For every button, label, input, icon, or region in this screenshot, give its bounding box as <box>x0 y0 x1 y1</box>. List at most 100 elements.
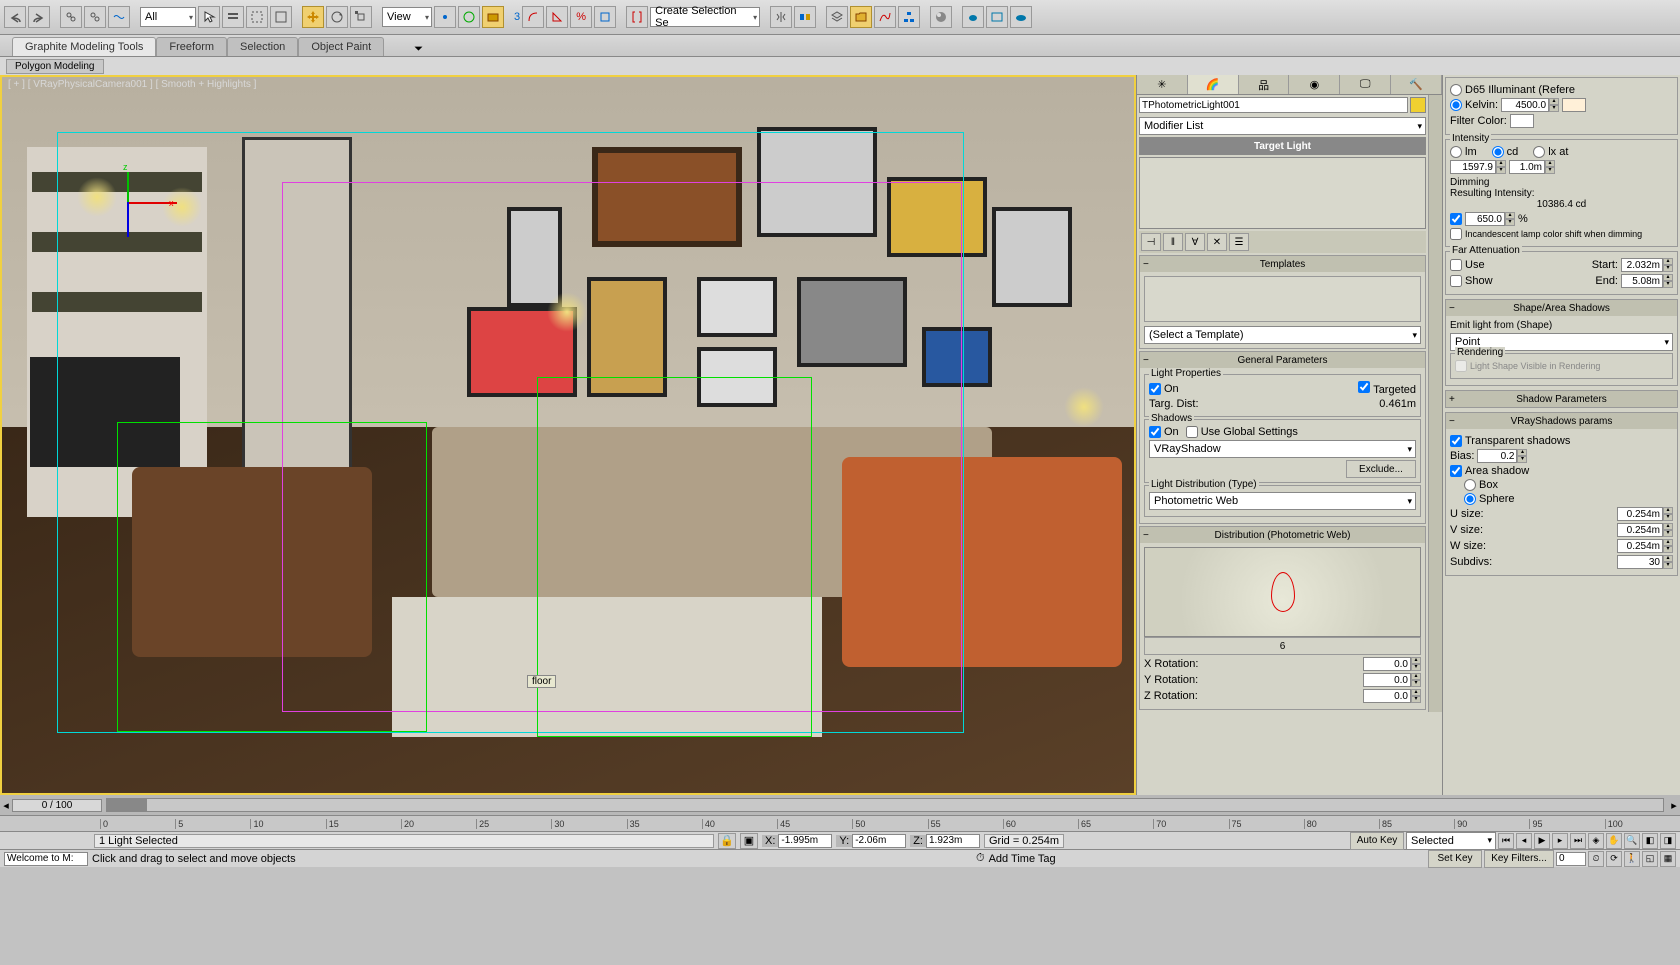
lx-radio[interactable] <box>1533 146 1545 158</box>
int-dn[interactable]: ▾ <box>1496 167 1506 174</box>
fov-button[interactable]: ◧ <box>1642 833 1658 849</box>
zrot-dn[interactable]: ▾ <box>1411 696 1421 703</box>
use-global-checkbox[interactable] <box>1186 426 1198 438</box>
lock-button[interactable]: 🔒 <box>718 833 736 849</box>
pin-stack-button[interactable]: ⊣ <box>1141 233 1161 251</box>
start-input[interactable] <box>1621 258 1663 272</box>
kelvin-input[interactable] <box>1501 98 1549 112</box>
targeted-checkbox[interactable] <box>1358 381 1370 393</box>
start-dn[interactable]: ▾ <box>1663 265 1673 272</box>
object-color-swatch[interactable] <box>1410 97 1426 113</box>
templates-header[interactable]: Templates <box>1140 256 1425 272</box>
shadow-type-dropdown[interactable]: VRayShadow <box>1149 440 1416 458</box>
bias-input[interactable] <box>1477 449 1517 463</box>
percent-snap-button[interactable]: % <box>570 6 592 28</box>
light-on-checkbox[interactable] <box>1149 383 1161 395</box>
display-tab[interactable]: 🖵 <box>1340 75 1391 94</box>
named-selection-dropdown[interactable]: Create Selection Se <box>650 7 760 27</box>
subdivs-input[interactable] <box>1617 555 1663 569</box>
autokey-button[interactable]: Auto Key <box>1350 832 1404 850</box>
layer-manager-button[interactable] <box>850 6 872 28</box>
kelvin-dn[interactable]: ▾ <box>1549 105 1559 112</box>
pivot-button[interactable] <box>434 6 456 28</box>
zrot-input[interactable] <box>1363 689 1411 703</box>
z-input[interactable] <box>926 834 980 848</box>
distribution-web-header[interactable]: Distribution (Photometric Web) <box>1140 527 1425 543</box>
keyboard-shortcut-button[interactable] <box>482 6 504 28</box>
goto-start-button[interactable]: ⏮ <box>1498 833 1514 849</box>
zrot-up[interactable]: ▴ <box>1411 689 1421 696</box>
viewport-label[interactable]: [ + ] [ VRayPhysicalCamera001 ] [ Smooth… <box>8 79 256 90</box>
make-unique-button[interactable]: ∀ <box>1185 233 1205 251</box>
vs-dn[interactable]: ▾ <box>1663 530 1673 537</box>
lm-radio[interactable] <box>1450 146 1462 158</box>
zoom-button[interactable]: 🔍 <box>1624 833 1640 849</box>
yrot-dn[interactable]: ▾ <box>1411 680 1421 687</box>
slider-right-button[interactable]: ▸ <box>1668 799 1680 812</box>
mirror-button[interactable] <box>770 6 792 28</box>
us-up[interactable]: ▴ <box>1663 507 1673 514</box>
undo-button[interactable] <box>4 6 26 28</box>
transparent-checkbox[interactable] <box>1450 435 1462 447</box>
sd-dn[interactable]: ▾ <box>1663 562 1673 569</box>
hierarchy-tab[interactable]: 品 <box>1239 75 1290 94</box>
selection-filter-dropdown[interactable]: All <box>140 7 196 27</box>
snap-button[interactable] <box>522 6 544 28</box>
ws-up[interactable]: ▴ <box>1663 539 1673 546</box>
yrot-input[interactable] <box>1363 673 1411 687</box>
shadow-params-header[interactable]: Shadow Parameters <box>1446 391 1677 407</box>
kelvin-swatch[interactable] <box>1562 98 1586 112</box>
intd-dn[interactable]: ▾ <box>1545 167 1555 174</box>
frame-indicator[interactable]: 0 / 100 <box>12 799 102 812</box>
time-config-button[interactable]: ⏲ <box>1588 851 1604 867</box>
isolate-button[interactable]: ▣ <box>740 833 758 849</box>
motion-tab[interactable]: ◉ <box>1289 75 1340 94</box>
vs-up[interactable]: ▴ <box>1663 523 1673 530</box>
show-checkbox[interactable] <box>1450 275 1462 287</box>
gizmo-y-axis[interactable] <box>127 202 129 237</box>
wsize-input[interactable] <box>1617 539 1663 553</box>
show-end-button[interactable]: ‖ <box>1163 233 1183 251</box>
modifier-list-dropdown[interactable]: Modifier List <box>1139 117 1426 135</box>
ws-dn[interactable]: ▾ <box>1663 546 1673 553</box>
play-button[interactable]: ▶ <box>1534 833 1550 849</box>
select-manipulate-button[interactable] <box>458 6 480 28</box>
bias-dn[interactable]: ▾ <box>1517 456 1527 463</box>
xrot-dn[interactable]: ▾ <box>1411 664 1421 671</box>
dim-dn[interactable]: ▾ <box>1505 219 1515 226</box>
named-sets-button[interactable] <box>626 6 648 28</box>
xrot-up[interactable]: ▴ <box>1411 657 1421 664</box>
create-tab[interactable]: ✳ <box>1137 75 1188 94</box>
transform-gizmo[interactable]: x z <box>87 162 167 242</box>
end-dn[interactable]: ▾ <box>1663 281 1673 288</box>
viewport-min-button[interactable]: ▦ <box>1660 851 1676 867</box>
render-frame-button[interactable] <box>986 6 1008 28</box>
template-dropdown[interactable]: (Select a Template) <box>1144 326 1421 344</box>
start-up[interactable]: ▴ <box>1663 258 1673 265</box>
current-frame-input[interactable] <box>1556 852 1586 866</box>
layers-button[interactable] <box>826 6 848 28</box>
int-up[interactable]: ▴ <box>1496 160 1506 167</box>
material-editor-button[interactable] <box>930 6 952 28</box>
schematic-button[interactable] <box>898 6 920 28</box>
welcome-input[interactable] <box>4 852 88 866</box>
bias-up[interactable]: ▴ <box>1517 449 1527 456</box>
select-name-button[interactable] <box>222 6 244 28</box>
intensity-input[interactable] <box>1450 160 1496 174</box>
utilities-tab[interactable]: 🔨 <box>1391 75 1442 94</box>
intensity-dist-input[interactable] <box>1509 160 1545 174</box>
incandescent-checkbox[interactable] <box>1450 228 1462 240</box>
shape-header[interactable]: Shape/Area Shadows <box>1446 300 1677 316</box>
timetag-button[interactable]: ⏱ <box>976 852 985 865</box>
ribbon-toggle-button[interactable]: ⏷ <box>414 43 423 56</box>
exclude-button[interactable]: Exclude... <box>1346 460 1416 478</box>
max-viewport-button[interactable]: ◱ <box>1642 851 1658 867</box>
slider-left-button[interactable]: ◂ <box>0 799 12 812</box>
walk-button[interactable]: 🚶 <box>1624 851 1640 867</box>
select-region-button[interactable] <box>246 6 268 28</box>
curve-editor-button[interactable] <box>874 6 896 28</box>
box-radio[interactable] <box>1464 479 1476 491</box>
yrot-up[interactable]: ▴ <box>1411 673 1421 680</box>
use-checkbox[interactable] <box>1450 259 1462 271</box>
usize-input[interactable] <box>1617 507 1663 521</box>
